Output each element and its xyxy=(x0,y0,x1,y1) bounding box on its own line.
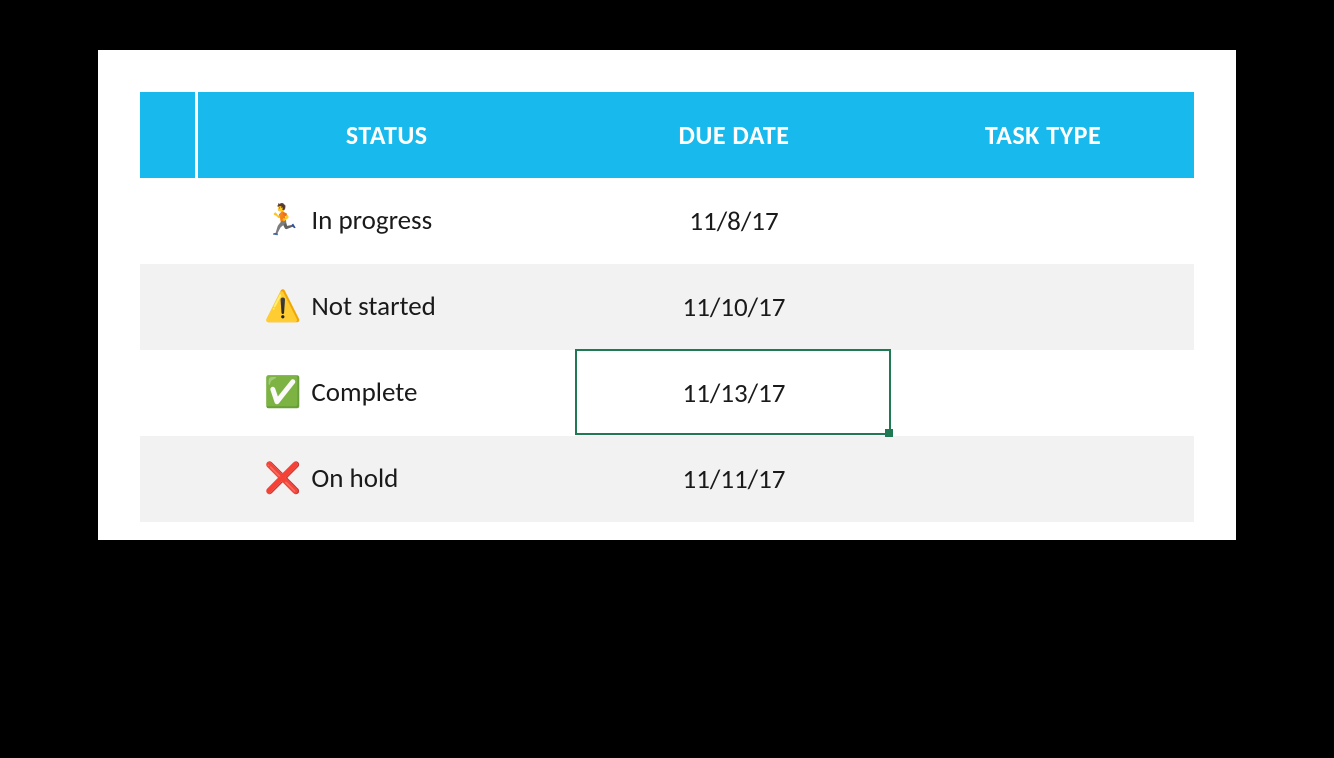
cell-blank[interactable] xyxy=(140,264,196,350)
cell-task-type[interactable] xyxy=(892,178,1194,264)
due-date-text: 11/13/17 xyxy=(683,377,786,410)
cell-due-date[interactable]: 11/11/17 xyxy=(576,436,892,522)
header-status: STATUS xyxy=(196,92,576,178)
task-table: STATUS DUE DATE TASK TYPE 🏃 In progress … xyxy=(140,92,1194,522)
cell-status[interactable]: ❌ On hold xyxy=(196,436,576,522)
due-date-text: 11/11/17 xyxy=(683,463,786,496)
table-row: ⚠️ Not started 11/10/17 xyxy=(140,264,1194,350)
warning-icon: ⚠️ xyxy=(264,292,301,322)
cell-status[interactable]: ⚠️ Not started xyxy=(196,264,576,350)
cell-task-type[interactable] xyxy=(892,350,1194,436)
cell-task-type[interactable] xyxy=(892,436,1194,522)
table-row: 🏃 In progress 11/8/17 xyxy=(140,178,1194,264)
cell-blank[interactable] xyxy=(140,436,196,522)
header-task-type: TASK TYPE xyxy=(892,92,1194,178)
table-row: ✅ Complete 11/13/17 xyxy=(140,350,1194,436)
due-date-text: 11/8/17 xyxy=(689,205,778,238)
header-blank xyxy=(140,92,196,178)
header-due-date: DUE DATE xyxy=(576,92,892,178)
header-row: STATUS DUE DATE TASK TYPE xyxy=(140,92,1194,178)
table-row: ❌ On hold 11/11/17 xyxy=(140,436,1194,522)
status-text: On hold xyxy=(311,462,398,495)
cell-due-date[interactable]: 11/10/17 xyxy=(576,264,892,350)
cell-task-type[interactable] xyxy=(892,264,1194,350)
running-icon: 🏃 xyxy=(264,206,301,236)
cell-due-date[interactable]: 11/8/17 xyxy=(576,178,892,264)
cell-blank[interactable] xyxy=(140,350,196,436)
cell-status[interactable]: ✅ Complete xyxy=(196,350,576,436)
status-text: Not started xyxy=(311,290,436,323)
status-text: In progress xyxy=(311,204,432,237)
cell-due-date[interactable]: 11/13/17 xyxy=(576,350,892,436)
status-text: Complete xyxy=(311,376,417,409)
cell-blank[interactable] xyxy=(140,178,196,264)
due-date-text: 11/10/17 xyxy=(683,291,786,324)
cell-status[interactable]: 🏃 In progress xyxy=(196,178,576,264)
checkmark-icon: ✅ xyxy=(264,378,301,408)
spreadsheet-card: STATUS DUE DATE TASK TYPE 🏃 In progress … xyxy=(98,50,1236,540)
cross-icon: ❌ xyxy=(264,464,301,494)
